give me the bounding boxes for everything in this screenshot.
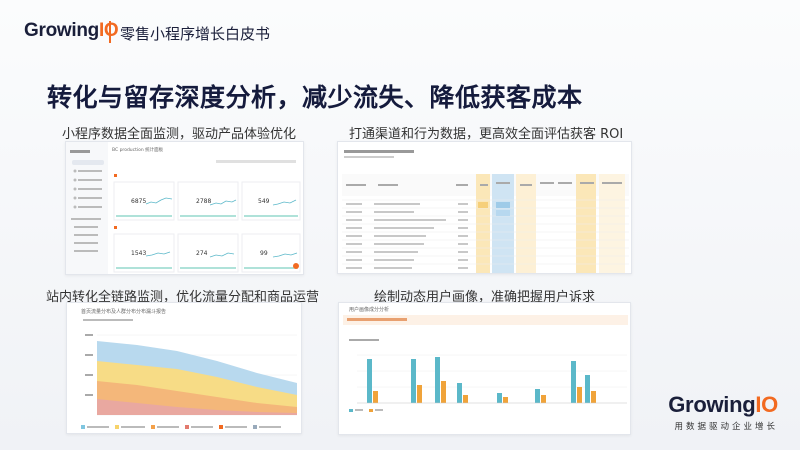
user-profile-illustration — [343, 315, 628, 412]
user-profile-screenshot: 用户画像成分分析 — [338, 302, 631, 435]
channel-table-illustration — [342, 150, 629, 273]
kpi-value: 2788 — [196, 198, 212, 205]
logo-accent: IO — [755, 392, 778, 417]
funnel-report-title: 首页流量分布及人群分布分布漏斗报告 — [81, 309, 167, 315]
funnel-area-illustration — [81, 319, 297, 429]
kpi-value: 6875 — [131, 198, 147, 205]
dashboard-screenshot: BC production 统计面板 6875 2788 549 1543 27… — [65, 141, 304, 275]
caption-data-monitoring: 小程序数据全面监测，驱动产品体验优化 — [62, 127, 297, 142]
header-divider — [109, 21, 111, 43]
growingio-logo: GrowingIO — [24, 20, 119, 42]
dashboard-illustration — [66, 142, 303, 274]
kpi-value: 274 — [196, 250, 208, 257]
dashboard-title: BC production 统计面板 — [112, 148, 164, 153]
channel-table-screenshot — [337, 141, 632, 274]
growingio-footer-logo: GrowingIO — [668, 392, 778, 418]
document-title: 零售小程序增长白皮书 — [120, 25, 271, 43]
caption-channel-roi: 打通渠道和行为数据，更高效全面评估获客 ROI — [349, 127, 624, 142]
brand-tagline: 用数据驱动企业增长 — [674, 422, 778, 432]
kpi-value: 1543 — [131, 250, 147, 257]
funnel-area-screenshot: 首页流量分布及人群分布分布漏斗报告 — [66, 302, 302, 434]
logo-text: Growing — [24, 20, 99, 41]
kpi-value: 549 — [258, 198, 270, 205]
slide: GrowingIO 零售小程序增长白皮书 转化与留存深度分析，减少流失、降低获客… — [0, 0, 800, 450]
page-title: 转化与留存深度分析，减少流失、降低获客成本 — [47, 83, 583, 112]
kpi-value: 99 — [260, 250, 268, 257]
user-profile-title: 用户画像成分分析 — [349, 307, 390, 313]
logo-text: Growing — [668, 392, 756, 417]
